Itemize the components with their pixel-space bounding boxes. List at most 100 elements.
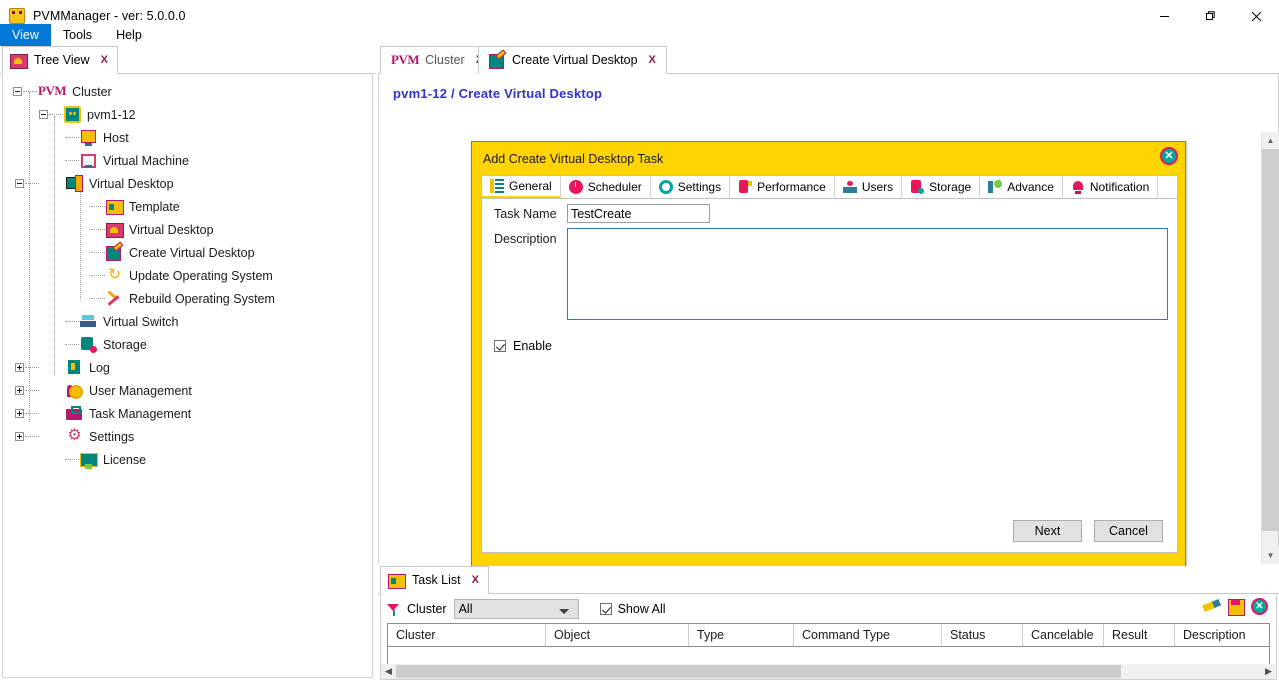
tab-tree-view-label: Tree View (34, 53, 90, 67)
dialog-tab-general-label: General (509, 179, 552, 193)
tab-create-virtual-desktop-close[interactable]: X (649, 54, 656, 66)
cluster-filter-select[interactable]: All (453, 599, 579, 619)
tab-cluster[interactable]: PVM Cluster X (380, 46, 495, 74)
column-header-command-type[interactable]: Command Type (794, 624, 942, 646)
tree-item-task-management[interactable]: Task Management (3, 402, 372, 425)
create-virtual-desktop-icon (489, 52, 506, 69)
application-window: PVMManager - ver: 5.0.0.0 View Tools Hel… (0, 0, 1279, 680)
show-all-checkbox[interactable] (599, 603, 612, 615)
menu-bar: View Tools Help (0, 24, 1279, 46)
show-all-row[interactable]: Show All (599, 602, 666, 616)
dialog-close-icon[interactable]: ✕ (1160, 147, 1178, 165)
save-icon[interactable] (1227, 598, 1245, 616)
expander-plus-icon[interactable] (15, 386, 24, 395)
expander-plus-icon[interactable] (15, 363, 24, 372)
chevron-up-icon[interactable]: ▲ (1262, 132, 1279, 149)
tree-item-label: Update Operating System (129, 268, 273, 283)
tree-item-virtual-machine[interactable]: Virtual Machine (3, 149, 372, 172)
close-circle-icon[interactable]: ✕ (1251, 598, 1268, 615)
dialog-tab-notification[interactable]: Notification (1062, 176, 1159, 198)
expander-plus-icon[interactable] (15, 432, 24, 441)
tree-item-cluster[interactable]: PVM Cluster (3, 80, 372, 103)
tab-tree-view-close[interactable]: X (101, 54, 108, 66)
expander-plus-icon[interactable] (15, 409, 24, 418)
menu-item-help[interactable]: Help (104, 24, 154, 46)
column-header-description[interactable]: Description (1175, 624, 1265, 646)
tree-item-settings[interactable]: ⚙ Settings (3, 425, 372, 448)
dialog-tab-storage[interactable]: Storage (902, 176, 981, 198)
virtual-machine-icon (80, 152, 97, 169)
menu-item-view[interactable]: View (0, 24, 51, 46)
dialog-tab-users[interactable]: Users (834, 176, 903, 198)
tree-item-rebuild-operating-system[interactable]: Rebuild Operating System (3, 287, 372, 310)
virtual-switch-icon (80, 313, 97, 330)
tree-item-template[interactable]: Template (3, 195, 372, 218)
app-icon (9, 8, 25, 24)
task-list-filter-row: Cluster All Show All (387, 599, 666, 619)
tab-task-list-close[interactable]: X (472, 574, 479, 586)
hscrollbar-thumb[interactable] (396, 665, 1121, 678)
next-button[interactable]: Next (1013, 520, 1082, 542)
tab-create-virtual-desktop[interactable]: Create Virtual Desktop X (478, 46, 667, 74)
update-os-icon: ↻ (108, 266, 121, 283)
content-area: pvm1-12 / Create Virtual Desktop ▲ ▼ Add… (378, 74, 1279, 582)
tree-item-virtual-switch[interactable]: Virtual Switch (3, 310, 372, 333)
content-vertical-scrollbar[interactable]: ▲ ▼ (1261, 132, 1279, 564)
pvm-logo-icon: PVM (38, 83, 67, 98)
expander-minus-icon[interactable] (13, 87, 22, 96)
expander-minus-icon[interactable] (39, 110, 48, 119)
tree-item-label: pvm1-12 (87, 107, 136, 122)
chevron-right-icon[interactable]: ▶ (1261, 664, 1276, 679)
tree-item-update-operating-system[interactable]: ↻ Update Operating System (3, 264, 372, 287)
chevron-left-icon[interactable]: ◀ (381, 664, 396, 679)
tree-item-user-management[interactable]: User Management (3, 379, 372, 402)
tree-item-log[interactable]: Log (3, 356, 372, 379)
column-header-object[interactable]: Object (546, 624, 689, 646)
tree-item-virtual-desktop[interactable]: Virtual Desktop (3, 172, 372, 195)
expander-minus-icon[interactable] (15, 179, 24, 188)
settings-gear-icon (658, 180, 673, 194)
dialog-tab-general[interactable]: General (482, 176, 561, 198)
column-header-status[interactable]: Status (942, 624, 1023, 646)
column-header-result[interactable]: Result (1104, 624, 1175, 646)
enable-checkbox-row[interactable]: Enable (494, 339, 552, 353)
tree-view[interactable]: PVM Cluster pvm1-12 Host Virtual Machine (2, 74, 373, 678)
tree-view-icon (10, 52, 28, 69)
tab-task-list[interactable]: Task List X (380, 566, 489, 594)
dialog-tab-settings[interactable]: Settings (650, 176, 731, 198)
performance-icon (738, 180, 753, 194)
create-virtual-desktop-icon (106, 244, 123, 261)
column-header-cluster[interactable]: Cluster (388, 624, 546, 646)
task-list-horizontal-scrollbar[interactable]: ◀ ▶ (381, 664, 1276, 679)
dialog-tab-advance[interactable]: Advance (980, 176, 1063, 198)
column-header-type[interactable]: Type (689, 624, 794, 646)
tab-tree-view[interactable]: Tree View X (2, 46, 118, 74)
tree-item-label: Virtual Desktop (129, 222, 214, 237)
tree-item-pvm1-12[interactable]: pvm1-12 (3, 103, 372, 126)
tree-item-host[interactable]: Host (3, 126, 372, 149)
tree-item-virtual-desktop-child[interactable]: Virtual Desktop (3, 218, 372, 241)
chevron-down-icon[interactable]: ▼ (1262, 547, 1279, 564)
tree-item-storage[interactable]: Storage (3, 333, 372, 356)
dialog-tab-scheduler[interactable]: Scheduler (560, 176, 651, 198)
tab-task-list-label: Task List (412, 573, 461, 587)
dialog-tab-performance[interactable]: Performance (730, 176, 835, 198)
show-all-label: Show All (617, 602, 666, 616)
dialog-tab-performance-label: Performance (757, 180, 826, 194)
scrollbar-thumb[interactable] (1262, 149, 1279, 531)
task-list-panel: Task List X Cluster All Show All ✕ Clust… (378, 566, 1279, 680)
right-panel: PVM Cluster X Create Virtual Desktop X p… (378, 46, 1279, 680)
column-header-cancelable[interactable]: Cancelable (1023, 624, 1104, 646)
tree-item-create-virtual-desktop[interactable]: Create Virtual Desktop (3, 241, 372, 264)
task-name-input[interactable] (567, 204, 710, 223)
tree-item-license[interactable]: License (3, 448, 372, 471)
tab-create-virtual-desktop-label: Create Virtual Desktop (512, 53, 638, 67)
notification-bell-icon (1071, 180, 1085, 194)
erase-icon[interactable] (1203, 598, 1220, 615)
menu-item-tools[interactable]: Tools (51, 24, 104, 46)
tree-view-tab-bar: Tree View X (0, 46, 375, 74)
tree-item-label: Rebuild Operating System (129, 291, 275, 306)
cancel-button[interactable]: Cancel (1094, 520, 1163, 542)
enable-checkbox[interactable] (494, 340, 506, 352)
description-input[interactable] (567, 228, 1168, 320)
